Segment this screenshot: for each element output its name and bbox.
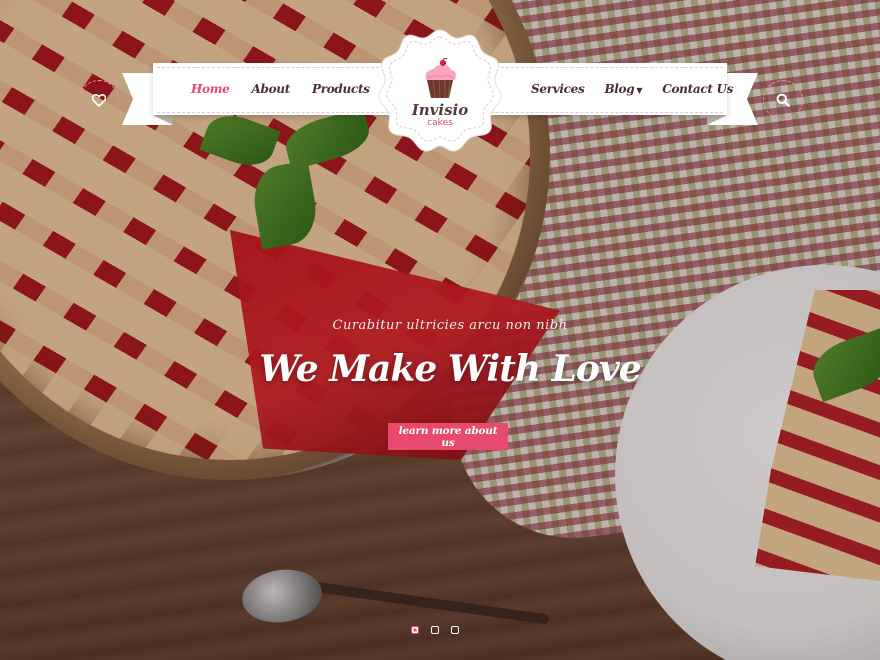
nav-item-blog[interactable]: Blog ▼ <box>604 82 642 96</box>
logo-subtitle: cakes <box>427 118 453 128</box>
nav-item-home[interactable]: Home <box>191 82 230 96</box>
main-menu-left: Home About Products <box>153 63 377 115</box>
main-menu-right: Services Blog ▼ Contact Us <box>503 63 733 115</box>
search-button[interactable] <box>763 80 803 120</box>
nav-item-about[interactable]: About <box>251 82 290 96</box>
slider-pagination <box>411 626 459 634</box>
wishlist-button[interactable] <box>79 80 119 120</box>
search-icon <box>776 93 790 107</box>
heart-icon <box>92 93 106 107</box>
nav-item-contact[interactable]: Contact Us <box>662 82 733 96</box>
nav-item-services[interactable]: Services <box>531 82 585 96</box>
slider-dot-3[interactable] <box>451 626 459 634</box>
site-logo[interactable]: Invisio cakes <box>377 28 503 154</box>
cupcake-icon <box>425 58 456 99</box>
learn-more-button[interactable]: learn more about us <box>388 423 508 450</box>
logo-name: Invisio <box>411 101 469 119</box>
hero-title: We Make With Love <box>259 348 641 390</box>
chevron-down-icon: ▼ <box>636 85 643 95</box>
slider-dot-1[interactable] <box>411 626 419 634</box>
nav-item-products[interactable]: Products <box>312 82 370 96</box>
nav-item-blog-label: Blog <box>604 82 635 96</box>
hero-subtitle: Curabitur ultricies arcu non nibh <box>332 318 568 333</box>
slider-dot-2[interactable] <box>431 626 439 634</box>
